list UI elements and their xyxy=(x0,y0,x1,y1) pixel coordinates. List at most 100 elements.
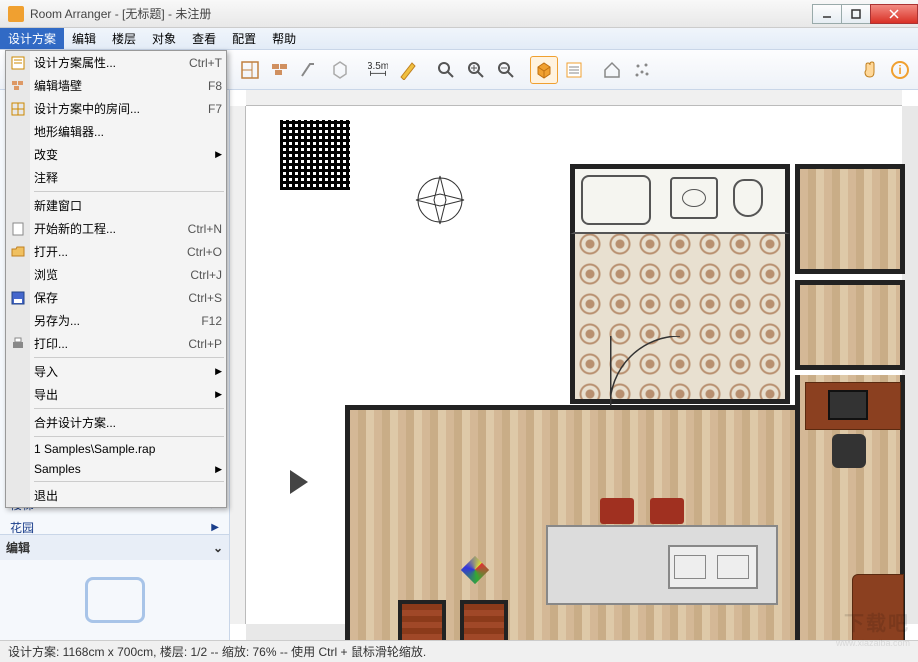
menu-item-label: 导出 xyxy=(34,386,58,403)
menu-item-label: 另存为... xyxy=(34,312,80,329)
menu-file[interactable]: 设计方案 xyxy=(0,28,64,49)
menu-item-label: 导入 xyxy=(34,363,58,380)
menu-shortcut: F12 xyxy=(181,314,222,328)
toilet-icon xyxy=(733,179,763,217)
menu-item-label: 1 Samples\Sample.rap xyxy=(34,442,155,456)
stool xyxy=(600,498,634,524)
menu-item-9[interactable]: 打开...Ctrl+O xyxy=(6,240,226,263)
tool-measure[interactable]: 3.5m xyxy=(364,56,392,84)
menu-object[interactable]: 对象 xyxy=(144,28,184,49)
stairs xyxy=(398,600,446,640)
menu-item-5[interactable]: 注释 xyxy=(6,166,226,189)
tool-home[interactable] xyxy=(598,56,626,84)
menu-item-21[interactable]: Samples ▶ xyxy=(6,459,226,479)
menu-separator xyxy=(34,436,224,437)
sink-icon xyxy=(668,545,758,589)
submenu-arrow-icon: ▶ xyxy=(215,366,222,377)
menu-floor[interactable]: 楼层 xyxy=(104,28,144,49)
menu-item-10[interactable]: 浏览Ctrl+J xyxy=(6,263,226,286)
office-chair-icon xyxy=(832,434,866,468)
menu-item-label: Samples xyxy=(34,462,81,476)
stool xyxy=(650,498,684,524)
menu-item-label: 注释 xyxy=(34,169,58,186)
edit-section-header[interactable]: 编辑 ⌄ xyxy=(0,534,229,560)
menu-item-18[interactable]: 合并设计方案... xyxy=(6,411,226,434)
room-wood-top-2 xyxy=(795,280,905,370)
tool-zoom-in[interactable] xyxy=(462,56,490,84)
tool-3d-wall[interactable] xyxy=(326,56,354,84)
close-button[interactable] xyxy=(870,4,918,24)
submenu-arrow-icon: ▶ xyxy=(215,389,222,400)
menu-item-20[interactable]: 1 Samples\Sample.rap xyxy=(6,439,226,459)
bathroom-fixtures xyxy=(570,164,790,234)
menu-item-15[interactable]: 导入 ▶ xyxy=(6,360,226,383)
save-icon xyxy=(10,290,26,306)
tool-scatter[interactable] xyxy=(628,56,656,84)
wall-icon xyxy=(10,78,26,94)
origin-marker-icon xyxy=(290,470,310,497)
menu-config[interactable]: 配置 xyxy=(224,28,264,49)
tool-3d-view[interactable] xyxy=(530,56,558,84)
menu-view[interactable]: 查看 xyxy=(184,28,224,49)
menu-bar: 设计方案 编辑 楼层 对象 查看 配置 帮助 xyxy=(0,28,918,50)
title-bar: Room Arranger - [无标题] - 未注册 xyxy=(0,0,918,28)
menu-shortcut: Ctrl+S xyxy=(168,291,222,305)
menu-item-8[interactable]: 开始新的工程... Ctrl+N xyxy=(6,217,226,240)
svg-text:3.5m: 3.5m xyxy=(368,61,388,72)
tool-list[interactable] xyxy=(560,56,588,84)
room-wood-top-1 xyxy=(795,164,905,274)
submenu-arrow-icon: ▶ xyxy=(215,464,222,475)
menu-item-label: 编辑墙壁 xyxy=(34,77,82,94)
menu-item-2[interactable]: 设计方案中的房间... F7 xyxy=(6,97,226,120)
file-menu-dropdown: 设计方案属性...Ctrl+T编辑墙壁F8 设计方案中的房间... F7 地形编辑器.… xyxy=(5,50,227,508)
menu-shortcut: Ctrl+N xyxy=(168,222,222,236)
menu-item-3[interactable]: 地形编辑器... xyxy=(6,120,226,143)
menu-shortcut: Ctrl+T xyxy=(169,56,222,70)
new-icon xyxy=(10,221,26,237)
tool-zoom-fit[interactable] xyxy=(432,56,460,84)
menu-shortcut: F7 xyxy=(188,102,222,116)
sofa xyxy=(852,574,904,640)
preview-shape xyxy=(85,577,145,623)
menu-item-13[interactable]: 打印...Ctrl+P xyxy=(6,332,226,355)
chevron-right-icon: ▶ xyxy=(211,522,219,533)
tool-wall-edit[interactable] xyxy=(296,56,324,84)
open-icon xyxy=(10,244,26,260)
menu-edit[interactable]: 编辑 xyxy=(64,28,104,49)
tool-info[interactable]: i xyxy=(886,56,914,84)
rooms-icon xyxy=(10,101,26,117)
menu-item-0[interactable]: 设计方案属性...Ctrl+T xyxy=(6,51,226,74)
menu-separator xyxy=(34,191,224,192)
tool-floorplan[interactable] xyxy=(236,56,264,84)
canvas-area xyxy=(230,90,918,640)
tool-hand[interactable] xyxy=(856,56,884,84)
menu-item-12[interactable]: 另存为... F12 xyxy=(6,309,226,332)
menu-item-11[interactable]: 保存Ctrl+S xyxy=(6,286,226,309)
menu-item-label: 浏览 xyxy=(34,266,58,283)
tool-zoom-out[interactable] xyxy=(492,56,520,84)
menu-item-23[interactable]: 退出 xyxy=(6,484,226,507)
minimize-button[interactable] xyxy=(812,4,842,24)
menu-item-1[interactable]: 编辑墙壁F8 xyxy=(6,74,226,97)
menu-separator xyxy=(34,481,224,482)
properties-icon xyxy=(10,55,26,71)
menu-shortcut: Ctrl+O xyxy=(167,245,222,259)
menu-item-7[interactable]: 新建窗口 xyxy=(6,194,226,217)
menu-item-label: 改变 xyxy=(34,146,58,163)
menu-shortcut: Ctrl+P xyxy=(168,337,222,351)
kitchen-island xyxy=(546,525,778,605)
maximize-button[interactable] xyxy=(841,4,871,24)
menu-item-label: 设计方案中的房间... xyxy=(34,100,140,117)
menu-item-label: 开始新的工程... xyxy=(34,220,116,237)
tool-wall[interactable] xyxy=(266,56,294,84)
menu-item-label: 合并设计方案... xyxy=(34,414,116,431)
menu-item-16[interactable]: 导出 ▶ xyxy=(6,383,226,406)
tool-pencil[interactable] xyxy=(394,56,422,84)
menu-item-label: 新建窗口 xyxy=(34,197,82,214)
wall-segment xyxy=(345,405,350,485)
menu-item-label: 退出 xyxy=(34,487,58,504)
category-garden[interactable]: 花园▶ xyxy=(4,516,225,534)
menu-help[interactable]: 帮助 xyxy=(264,28,304,49)
floorplan-canvas[interactable] xyxy=(250,110,898,620)
menu-item-4[interactable]: 改变▶ xyxy=(6,143,226,166)
